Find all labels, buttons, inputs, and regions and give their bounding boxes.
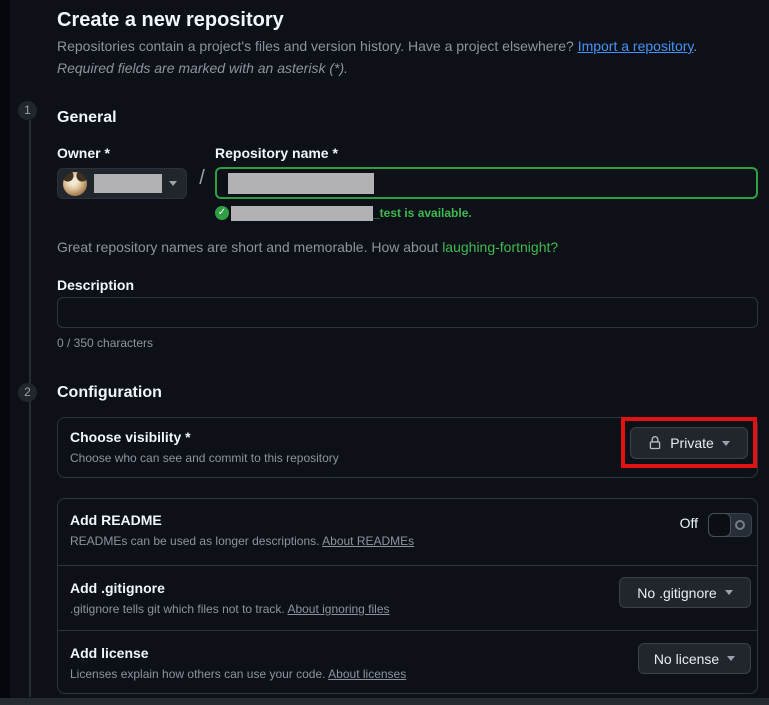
- redacted-owner-name: [94, 174, 162, 193]
- create-repository-page: Create a new repository Repositories con…: [0, 0, 769, 705]
- subtitle-period: .: [693, 38, 698, 54]
- chevron-down-icon: [727, 656, 736, 661]
- license-dropdown-button[interactable]: No license: [638, 643, 751, 674]
- visibility-button-label: Private: [670, 435, 714, 451]
- row-divider: [58, 630, 757, 631]
- lock-icon: [648, 436, 662, 450]
- license-description-text: Licenses explain how others can use your…: [70, 667, 329, 681]
- gitignore-dropdown-button[interactable]: No .gitignore: [619, 577, 751, 608]
- row-divider: [58, 565, 757, 566]
- stepper-connector-line: [29, 120, 31, 697]
- readme-toggle-state-label: Off: [679, 515, 698, 531]
- page-title: Create a new repository: [57, 9, 284, 31]
- description-label: Description: [57, 277, 135, 293]
- availability-text: _test is available.: [373, 206, 472, 220]
- toggle-knob: [708, 513, 731, 537]
- add-license-description: Licenses explain how others can use your…: [70, 667, 406, 681]
- suggested-name-link[interactable]: laughing-fortnight?: [442, 239, 558, 255]
- step-2-number: 2: [24, 385, 31, 399]
- about-ignoring-files-link[interactable]: About ignoring files: [287, 602, 389, 616]
- owner-repo-separator: /: [199, 167, 205, 189]
- readme-description-text: READMEs can be used as longer descriptio…: [70, 534, 323, 548]
- add-gitignore-label: Add .gitignore: [70, 580, 165, 596]
- readme-toggle-switch[interactable]: [708, 513, 752, 537]
- visibility-dropdown-button[interactable]: Private: [630, 427, 748, 459]
- name-suggestion: Great repository names are short and mem…: [57, 239, 558, 255]
- add-gitignore-description: .gitignore tells git which files not to …: [70, 602, 390, 616]
- owner-label: Owner *: [57, 145, 110, 161]
- about-readmes-link[interactable]: About READMEs: [322, 534, 414, 548]
- page-subtitle: Repositories contain a project's files a…: [57, 38, 697, 54]
- add-license-label: Add license: [70, 645, 149, 661]
- left-edge-strip: [0, 0, 10, 705]
- description-input[interactable]: [57, 297, 758, 328]
- toggle-off-icon: [735, 520, 745, 530]
- bottom-edge-strip: [0, 698, 769, 705]
- import-repository-link[interactable]: Import a repository: [578, 38, 694, 54]
- suggestion-text: Great repository names are short and mem…: [57, 239, 443, 255]
- license-button-label: No license: [653, 650, 720, 667]
- add-readme-description: READMEs can be used as longer descriptio…: [70, 534, 414, 548]
- owner-avatar: [63, 171, 87, 196]
- options-card: Add README READMEs can be used as longer…: [57, 498, 758, 694]
- repository-name-label: Repository name *: [215, 145, 338, 161]
- redacted-repo-name: [228, 172, 374, 194]
- availability-message: ✓ _test is available.: [215, 205, 472, 221]
- chevron-down-icon: [169, 181, 177, 186]
- step-2-circle: 2: [18, 383, 37, 402]
- step-1-number: 1: [24, 103, 31, 117]
- subtitle-text: Repositories contain a project's files a…: [57, 38, 578, 54]
- step-1-circle: 1: [18, 101, 37, 120]
- required-fields-note: Required fields are marked with an aster…: [57, 60, 349, 76]
- chevron-down-icon: [724, 590, 733, 595]
- add-readme-label: Add README: [70, 512, 162, 528]
- check-circle-icon: ✓: [215, 206, 229, 220]
- gitignore-button-label: No .gitignore: [637, 584, 717, 601]
- choose-visibility-description: Choose who can see and commit to this re…: [70, 451, 339, 465]
- repository-name-input[interactable]: [215, 167, 758, 199]
- section-heading-configuration: Configuration: [57, 384, 162, 401]
- redacted-availability-name: [231, 205, 373, 221]
- character-counter: 0 / 350 characters: [57, 336, 154, 350]
- owner-select-button[interactable]: [57, 168, 187, 199]
- about-licenses-link[interactable]: About licenses: [328, 667, 406, 681]
- gitignore-description-text: .gitignore tells git which files not to …: [70, 602, 288, 616]
- section-heading-general: General: [57, 109, 117, 126]
- chevron-down-icon: [721, 440, 730, 446]
- choose-visibility-label: Choose visibility *: [70, 429, 191, 445]
